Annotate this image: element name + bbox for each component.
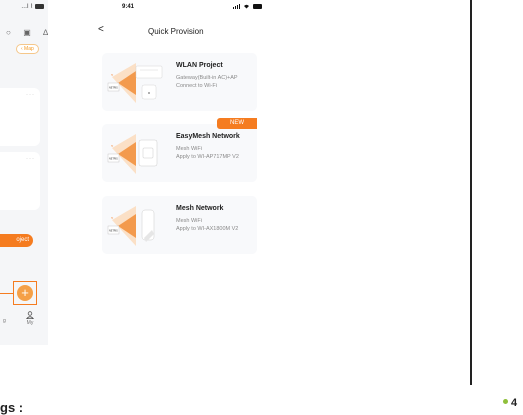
wifi-icon (244, 4, 249, 9)
easymesh-network-card[interactable]: NEW ≈ NETRIS EasyMesh Network Mesh WiFi … (102, 118, 257, 182)
tab-my-label: My (26, 320, 34, 326)
mesh-network-card[interactable]: ≈ NETRIS Mesh Network Mesh WiFi Apply to… (102, 196, 257, 254)
tab-left-partial[interactable]: g (3, 318, 6, 324)
card-subtitle: Mesh WiFi (176, 146, 202, 152)
new-badge: NEW (217, 118, 257, 129)
card-subtitle: Apply to WI-AP717MP V2 (176, 154, 239, 160)
status-bar: 9:41 (90, 0, 270, 16)
card-subtitle: Connect to Wi-Fi (176, 83, 217, 89)
left-status-bar: …l ⌇ (0, 3, 48, 13)
card-title: WLAN Project (176, 62, 223, 69)
bell-icon[interactable]: ∆ (43, 28, 48, 37)
status-icons (233, 4, 262, 9)
svg-text:NETRIS: NETRIS (109, 87, 118, 90)
step-number: 4 (511, 397, 518, 409)
wlan-illustration: ≈ NETRIS (107, 63, 163, 103)
callout-line (0, 293, 14, 294)
card-subtitle: Apply to WI-AX1800M V2 (176, 226, 239, 232)
quick-provision-screen: 9:41 < Quick Provision ≈ NETRIS WLAN Pro… (90, 0, 270, 345)
card-title: Mesh Network (176, 205, 224, 212)
svg-text:NETRIS: NETRIS (109, 158, 118, 161)
highlight-box: + (13, 281, 37, 305)
left-project-card[interactable]: ··· (0, 152, 40, 210)
svg-text:NETRIS: NETRIS (109, 230, 118, 233)
left-header-icons: ○ ▣ ∆ (6, 28, 48, 37)
left-status-glyphs: …l ⌇ (21, 4, 33, 10)
card-subtitle: Gateway(Built-in AC)+AP (176, 75, 238, 81)
status-time: 9:41 (122, 4, 135, 10)
card-subtitle: Mesh WiFi (176, 218, 202, 224)
more-icon[interactable]: ··· (26, 92, 35, 98)
bullet-dot (503, 399, 508, 404)
create-project-button[interactable]: oject (0, 234, 33, 247)
left-project-card[interactable]: ··· (0, 88, 40, 146)
battery-icon (253, 4, 262, 9)
search-icon[interactable]: ○ (6, 28, 11, 37)
wlan-project-card[interactable]: ≈ NETRIS WLAN Project Gateway(Built-in A… (102, 53, 257, 111)
signal-icon (233, 4, 240, 9)
divider-line (470, 0, 472, 385)
add-button[interactable]: + (17, 285, 33, 301)
more-icon[interactable]: ··· (26, 156, 35, 162)
section-heading-partial: gs : (0, 400, 24, 415)
mesh-illustration: ≈ NETRIS (107, 206, 155, 246)
user-icon (26, 311, 34, 319)
scan-icon[interactable]: ▣ (23, 28, 31, 37)
battery-icon (35, 3, 44, 9)
map-button[interactable]: ‹ Map (16, 44, 39, 54)
easymesh-illustration: ≈ NETRIS (107, 134, 158, 174)
back-button[interactable]: < (98, 24, 104, 35)
page-title: Quick Provision (148, 27, 204, 36)
card-title: EasyMesh Network (176, 133, 240, 140)
left-phone-screen: …l ⌇ ○ ▣ ∆ ‹ Map ··· ··· oject + g My (0, 0, 48, 345)
nav-bar: < Quick Provision (90, 22, 270, 42)
tab-my[interactable]: My (22, 311, 38, 326)
